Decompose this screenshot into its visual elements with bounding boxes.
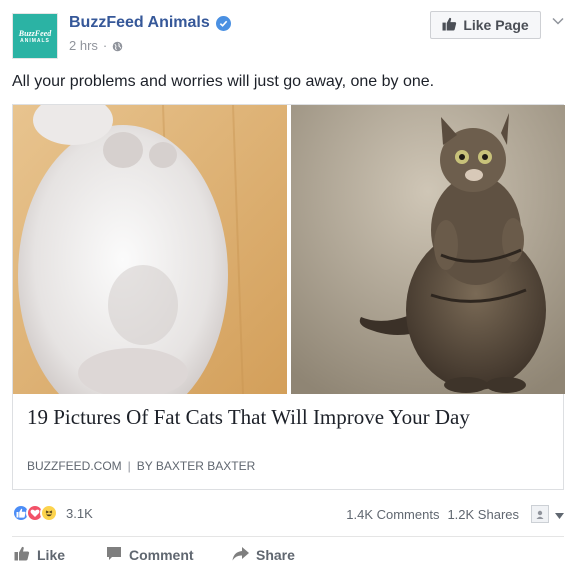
- user-avatar-icon: [531, 505, 549, 523]
- comments-count-link[interactable]: 1.4K Comments: [346, 507, 439, 522]
- thumbs-up-icon: [14, 546, 30, 564]
- link-title[interactable]: 19 Pictures Of Fat Cats That Will Improv…: [27, 405, 551, 430]
- action-divider: [12, 536, 564, 537]
- post-action-bar: Like Comment Share: [12, 542, 564, 568]
- comment-button[interactable]: Comment: [106, 546, 194, 564]
- link-byline: BY BAXTER BAXTER: [136, 459, 256, 473]
- like-label: Like: [37, 547, 66, 563]
- share-button[interactable]: Share: [232, 546, 295, 564]
- link-domain: BUZZFEED.COM: [27, 459, 122, 473]
- source-separator: |: [127, 459, 131, 473]
- reaction-summary[interactable]: 3.1K: [12, 504, 93, 522]
- fat-tabby-cat-photo[interactable]: [291, 105, 565, 394]
- verified-badge-icon: [215, 15, 231, 31]
- actor-selector[interactable]: [531, 505, 564, 523]
- engagement-counts: 1.4K Comments 1.2K Shares: [346, 505, 564, 523]
- reaction-count: 3.1K: [66, 505, 93, 521]
- share-label: Share: [256, 547, 295, 563]
- page-name-row: BuzzFeed Animals: [69, 14, 231, 32]
- page-avatar[interactable]: BuzzFeed ANIMALS: [12, 13, 58, 59]
- like-page-label: Like Page: [463, 17, 529, 33]
- link-preview-card[interactable]: 19 Pictures Of Fat Cats That Will Improv…: [12, 104, 565, 490]
- avatar-logo-subtext: ANIMALS: [20, 37, 50, 44]
- caret-down-icon: [555, 507, 564, 522]
- fluffy-cat-photo[interactable]: [13, 105, 287, 394]
- post-message: All your problems and worries will just …: [12, 73, 435, 90]
- share-arrow-icon: [232, 546, 249, 564]
- haha-reaction-icon: [40, 504, 58, 522]
- like-button[interactable]: Like: [14, 546, 65, 564]
- post-stats: 3.1K 1.4K Comments 1.2K Shares: [12, 504, 564, 526]
- page-name-link[interactable]: BuzzFeed Animals: [69, 14, 210, 32]
- chevron-down-icon[interactable]: [551, 14, 565, 28]
- thumbs-up-icon: [442, 17, 457, 34]
- globe-icon[interactable]: [112, 40, 123, 52]
- avatar-logo-text: BuzzFeed: [18, 28, 52, 38]
- post-meta: 2 hrs ·: [69, 38, 123, 53]
- comment-label: Comment: [129, 547, 194, 563]
- shares-count-link[interactable]: 1.2K Shares: [447, 507, 519, 522]
- like-page-button[interactable]: Like Page: [430, 11, 541, 39]
- comment-icon: [106, 546, 122, 564]
- link-source: BUZZFEED.COM | BY BAXTER BAXTER: [27, 459, 255, 473]
- feed-post: BuzzFeed ANIMALS BuzzFeed Animals 2 hrs …: [0, 0, 576, 575]
- post-timestamp[interactable]: 2 hrs: [69, 38, 98, 53]
- meta-separator: ·: [102, 38, 108, 53]
